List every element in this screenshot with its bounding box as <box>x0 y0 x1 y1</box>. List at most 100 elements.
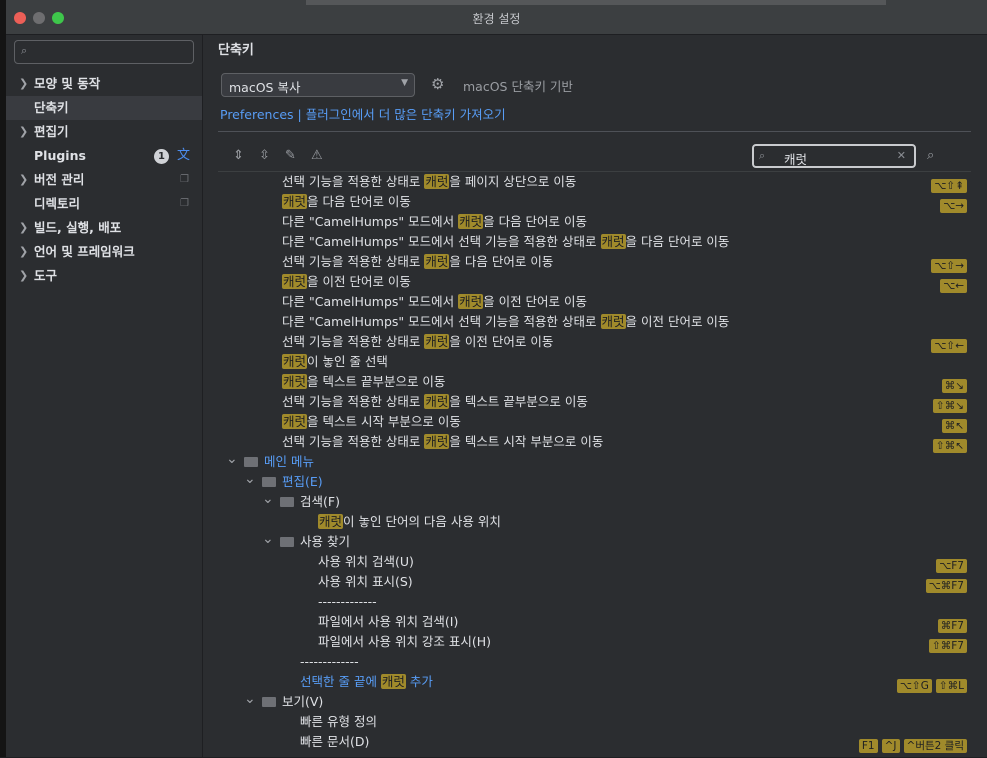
window-title: 환경 설정 <box>472 12 521 26</box>
chevron-right-icon[interactable]: ❯ <box>19 240 28 264</box>
sidebar-item[interactable]: ❯ 언어 및 프레임워크 <box>6 240 202 264</box>
tree-row[interactable]: 캐럿을 텍스트 시작 부분으로 이동 ⌘↖ <box>218 412 971 433</box>
tree-row[interactable]: 선택 기능을 적용한 상태로 캐럿을 이전 단어로 이동 ⌥⇧← <box>218 332 971 353</box>
edit-icon[interactable]: ✎ <box>285 148 296 163</box>
tree-row[interactable]: 캐럿을 이전 단어로 이동 ⌥← <box>218 272 971 293</box>
action-search-value: 캐럿 <box>784 152 808 167</box>
translate-icon: 文 <box>177 148 191 163</box>
sidebar-search-input[interactable]: ⌕ <box>14 40 194 64</box>
tree-row[interactable]: ⌄ 사용 찾기 <box>218 529 971 552</box>
chevron-right-icon[interactable]: ❯ <box>19 264 28 288</box>
sidebar-item[interactable]: ❯ 모양 및 동작 <box>6 72 202 96</box>
sidebar-item-label: 도구 <box>34 268 58 283</box>
tree-row[interactable]: ------------- <box>218 652 971 672</box>
preferences-links: Preferences | 플러그인에서 더 많은 단축키 가져오기 <box>220 104 506 123</box>
chevron-right-icon[interactable]: ❯ <box>19 168 28 192</box>
tree-row[interactable]: 선택 기능을 적용한 상태로 캐럿을 텍스트 시작 부분으로 이동 ⇧⌘↖ <box>218 432 971 453</box>
copy-icon: ❐ <box>180 198 189 209</box>
chevron-down-icon[interactable]: ⌄ <box>244 689 256 709</box>
search-match-highlight: 캐럿 <box>380 674 406 689</box>
tree-row[interactable]: 선택한 줄 끝에 캐럿 추가 ⌥⇧G ⇧⌘L <box>218 672 971 693</box>
chevron-down-icon[interactable]: ⌄ <box>226 449 238 469</box>
search-match-highlight: 캐럿 <box>282 354 308 369</box>
clear-icon[interactable]: ✕ <box>897 149 906 162</box>
tree-row[interactable]: 다른 "CamelHumps" 모드에서 선택 기능을 적용한 상태로 캐럿을 … <box>218 312 971 332</box>
action-label: 파일에서 사용 위치 강조 표시(H) <box>318 634 492 649</box>
keymap-select[interactable]: macOS 복사 ▼ <box>221 73 415 97</box>
action-label: 파일에서 사용 위치 검색(I) <box>318 614 459 629</box>
chevron-down-icon[interactable]: ⌄ <box>262 489 274 509</box>
shortcut-key: ⇧⌘L <box>935 679 967 693</box>
search-match-highlight: 캐럿 <box>282 194 308 209</box>
shortcut-key: ⌥F7 <box>936 559 967 573</box>
sidebar-item[interactable]: Plugins 1 文 <box>6 144 202 168</box>
shortcut-key: ⇧⌘↖ <box>932 439 967 453</box>
settings-sidebar: ⌕ ❯ 모양 및 동작 단축키 ❯ 편집기 Plugins 1 文 ❯ 버전 관리 ❐ 디렉토리 ❐ ❯ 빌… <box>6 35 203 757</box>
tree-row[interactable]: 다른 "CamelHumps" 모드에서 선택 기능을 적용한 상태로 캐럿을 … <box>218 232 971 252</box>
action-label: 다른 "CamelHumps" 모드에서 선택 기능을 적용한 상태로 캐럿을 … <box>282 234 730 249</box>
tree-row[interactable]: 캐럿이 놓인 줄 선택 <box>218 352 971 372</box>
tree-row[interactable]: 선택 기능을 적용한 상태로 캐럿을 텍스트 끝부분으로 이동 ⇧⌘↘ <box>218 392 971 413</box>
sidebar-item[interactable]: ❯ 도구 <box>6 264 202 288</box>
action-search-input[interactable]: ⌕ 캐럿 ✕ <box>752 144 916 168</box>
tree-row[interactable]: 빠른 문서(D) F1 ^J ^버튼2 클릭 <box>218 732 971 753</box>
tree-row[interactable]: ------------- <box>218 592 971 612</box>
find-by-shortcut-icon[interactable]: ⌕ <box>927 148 934 163</box>
action-label: 캐럿이 놓인 단어의 다음 사용 위치 <box>318 514 501 529</box>
tree-row[interactable]: ⌄ 검색(F) <box>218 489 971 512</box>
tree-row[interactable]: ⌄ 편집(E) <box>218 469 971 492</box>
tree-row[interactable]: ⌄ 보기(V) <box>218 689 971 712</box>
chevron-right-icon[interactable]: ❯ <box>19 120 28 144</box>
tree-row[interactable]: ⌄ 메인 메뉴 <box>218 449 971 472</box>
tree-row[interactable]: 파일에서 사용 위치 검색(I) ⌘F7 <box>218 612 971 633</box>
search-icon: ⌕ <box>759 149 766 162</box>
link-separator: | <box>297 107 302 122</box>
search-match-highlight: 캐럿 <box>318 514 344 529</box>
tree-row[interactable]: 사용 위치 표시(S) ⌥⌘F7 <box>218 572 971 593</box>
shortcut-key: ⌥→ <box>940 199 967 213</box>
warning-icon[interactable]: ⚠ <box>311 148 323 163</box>
shortcut-key: ⇧⌘F7 <box>928 639 967 653</box>
shortcut-key: ⌥⇧⇞ <box>931 179 967 193</box>
sidebar-item[interactable]: ❯ 빌드, 실행, 배포 <box>6 216 202 240</box>
tree-row[interactable]: 캐럿이 놓인 단어의 다음 사용 위치 <box>218 512 971 532</box>
tree-row[interactable]: 다른 "CamelHumps" 모드에서 캐럿을 다음 단어로 이동 <box>218 212 971 232</box>
action-label: 보기(V) <box>282 694 324 709</box>
search-match-highlight: 캐럿 <box>424 174 450 189</box>
sidebar-item-label: 언어 및 프레임워크 <box>34 244 135 259</box>
chevron-right-icon[interactable]: ❯ <box>19 216 28 240</box>
tree-row[interactable]: 파일에서 사용 위치 강조 표시(H) ⇧⌘F7 <box>218 632 971 653</box>
sidebar-item[interactable]: 디렉토리 ❐ <box>6 192 202 216</box>
tree-row[interactable]: 다른 "CamelHumps" 모드에서 캐럿을 이전 단어로 이동 <box>218 292 971 312</box>
search-match-highlight: 캐럿 <box>282 374 308 389</box>
gear-icon[interactable]: ⚙ <box>431 75 444 93</box>
search-match-highlight: 캐럿 <box>424 394 450 409</box>
tree-row[interactable]: 선택 기능을 적용한 상태로 캐럿을 페이지 상단으로 이동 ⌥⇧⇞ <box>218 172 971 193</box>
search-match-highlight: 캐럿 <box>600 314 626 329</box>
preferences-link[interactable]: Preferences <box>220 107 294 122</box>
search-match-highlight: 캐럿 <box>424 254 450 269</box>
search-match-highlight: 캐럿 <box>282 414 308 429</box>
sidebar-item-label: 편집기 <box>34 124 69 139</box>
sidebar-item[interactable]: 단축키 <box>6 96 202 120</box>
shortcut-key: ^버튼2 클릭 <box>903 739 967 753</box>
chevron-right-icon[interactable]: ❯ <box>19 72 28 96</box>
chevron-down-icon[interactable]: ⌄ <box>244 469 256 489</box>
shortcut-key: ⇧⌘↘ <box>932 399 967 413</box>
tree-row[interactable]: 캐럿을 다음 단어로 이동 ⌥→ <box>218 192 971 213</box>
title-bar-scroll-indicator <box>306 0 886 5</box>
collapse-all-icon[interactable]: ⇳ <box>259 148 270 163</box>
plugins-keymap-link[interactable]: 플러그인에서 더 많은 단축키 가져오기 <box>306 107 506 122</box>
sidebar-item[interactable]: ❯ 버전 관리 ❐ <box>6 168 202 192</box>
action-label: ------------- <box>300 654 359 669</box>
expand-all-icon[interactable]: ⇕ <box>233 148 244 163</box>
sidebar-item[interactable]: ❯ 편집기 <box>6 120 202 144</box>
chevron-down-icon[interactable]: ⌄ <box>262 529 274 549</box>
tree-row[interactable]: 캐럿을 텍스트 끝부분으로 이동 ⌘↘ <box>218 372 971 393</box>
tree-row[interactable]: 선택 기능을 적용한 상태로 캐럿을 다음 단어로 이동 ⌥⇧→ <box>218 252 971 273</box>
shortcut-key: ⌥⌘F7 <box>925 579 967 593</box>
tree-row[interactable]: 사용 위치 검색(U) ⌥F7 <box>218 552 971 573</box>
keymap-tree[interactable]: 선택 기능을 적용한 상태로 캐럿을 페이지 상단으로 이동 ⌥⇧⇞ 캐럿을 다음 … <box>218 171 971 758</box>
action-label: 선택 기능을 적용한 상태로 캐럿을 텍스트 끝부분으로 이동 <box>282 394 588 409</box>
tree-row[interactable]: 빠른 유형 정의 <box>218 712 971 732</box>
